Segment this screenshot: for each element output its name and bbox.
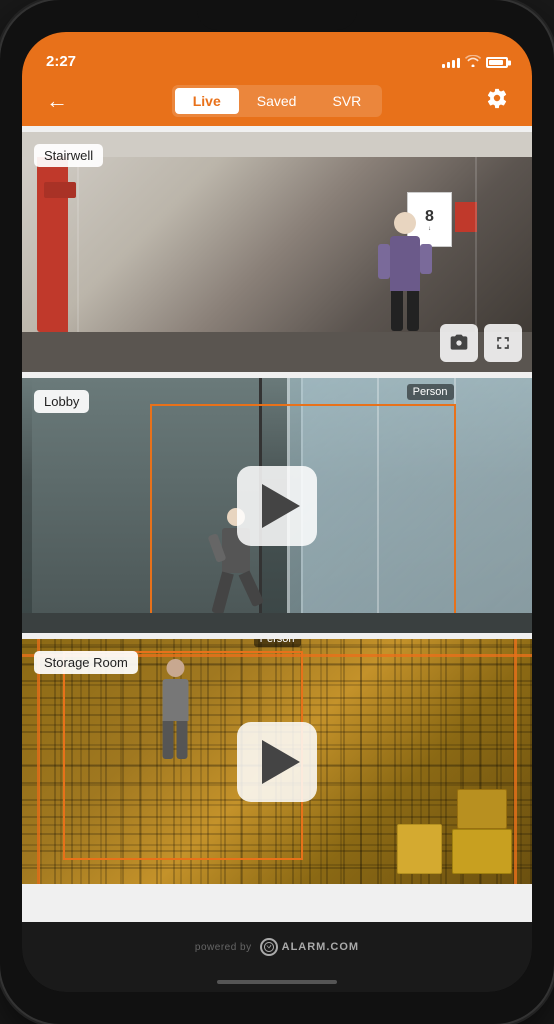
person-stairwell: [377, 212, 432, 332]
tab-saved[interactable]: Saved: [239, 88, 315, 114]
phone-device: 2:27: [0, 0, 554, 1024]
alarm-logo: ALARM.COM: [260, 938, 359, 956]
snapshot-button[interactable]: [440, 324, 478, 362]
stairwell-label: Stairwell: [34, 144, 103, 167]
status-bar: 2:27: [22, 32, 532, 76]
tab-svr[interactable]: SVR: [314, 88, 379, 114]
phone-screen: 2:27: [22, 32, 532, 992]
brand-name: ALARM.COM: [282, 941, 359, 953]
fire-alarm-box: [455, 202, 477, 232]
settings-button[interactable]: [478, 83, 516, 119]
back-button[interactable]: ←: [38, 84, 76, 118]
tab-live[interactable]: Live: [175, 88, 239, 114]
battery-icon: [486, 57, 508, 68]
storage-play-button[interactable]: [237, 722, 317, 802]
camera-feed-stairwell[interactable]: 8 ↓: [22, 132, 532, 372]
camera-action-buttons: [440, 324, 522, 362]
lobby-label: Lobby: [34, 390, 89, 413]
phone-notch: [197, 0, 357, 30]
play-icon-storage: [262, 740, 300, 784]
home-bar: [217, 980, 337, 984]
nav-bar: ← Live Saved SVR: [22, 76, 532, 126]
signal-icon: [442, 58, 460, 68]
camera-feed-list: 8 ↓: [22, 126, 532, 922]
camera-feed-storage[interactable]: Person Storage Room: [22, 639, 532, 884]
alarm-icon: [260, 938, 278, 956]
nav-tabs: Live Saved SVR: [172, 85, 383, 117]
play-icon: [262, 484, 300, 528]
pipe: [52, 132, 68, 372]
lobby-play-button[interactable]: [237, 466, 317, 546]
wifi-icon: [465, 55, 481, 70]
fullscreen-button[interactable]: [484, 324, 522, 362]
bottom-branding-bar: powered by ALARM.COM: [22, 922, 532, 972]
status-time: 2:27: [46, 53, 76, 70]
powered-by-text: powered by: [195, 942, 252, 953]
storage-label: Storage Room: [34, 651, 138, 674]
person-storage: [153, 659, 198, 759]
home-indicator: [22, 972, 532, 992]
status-icons: [442, 55, 508, 70]
camera-feed-lobby[interactable]: Person Lobby: [22, 378, 532, 633]
